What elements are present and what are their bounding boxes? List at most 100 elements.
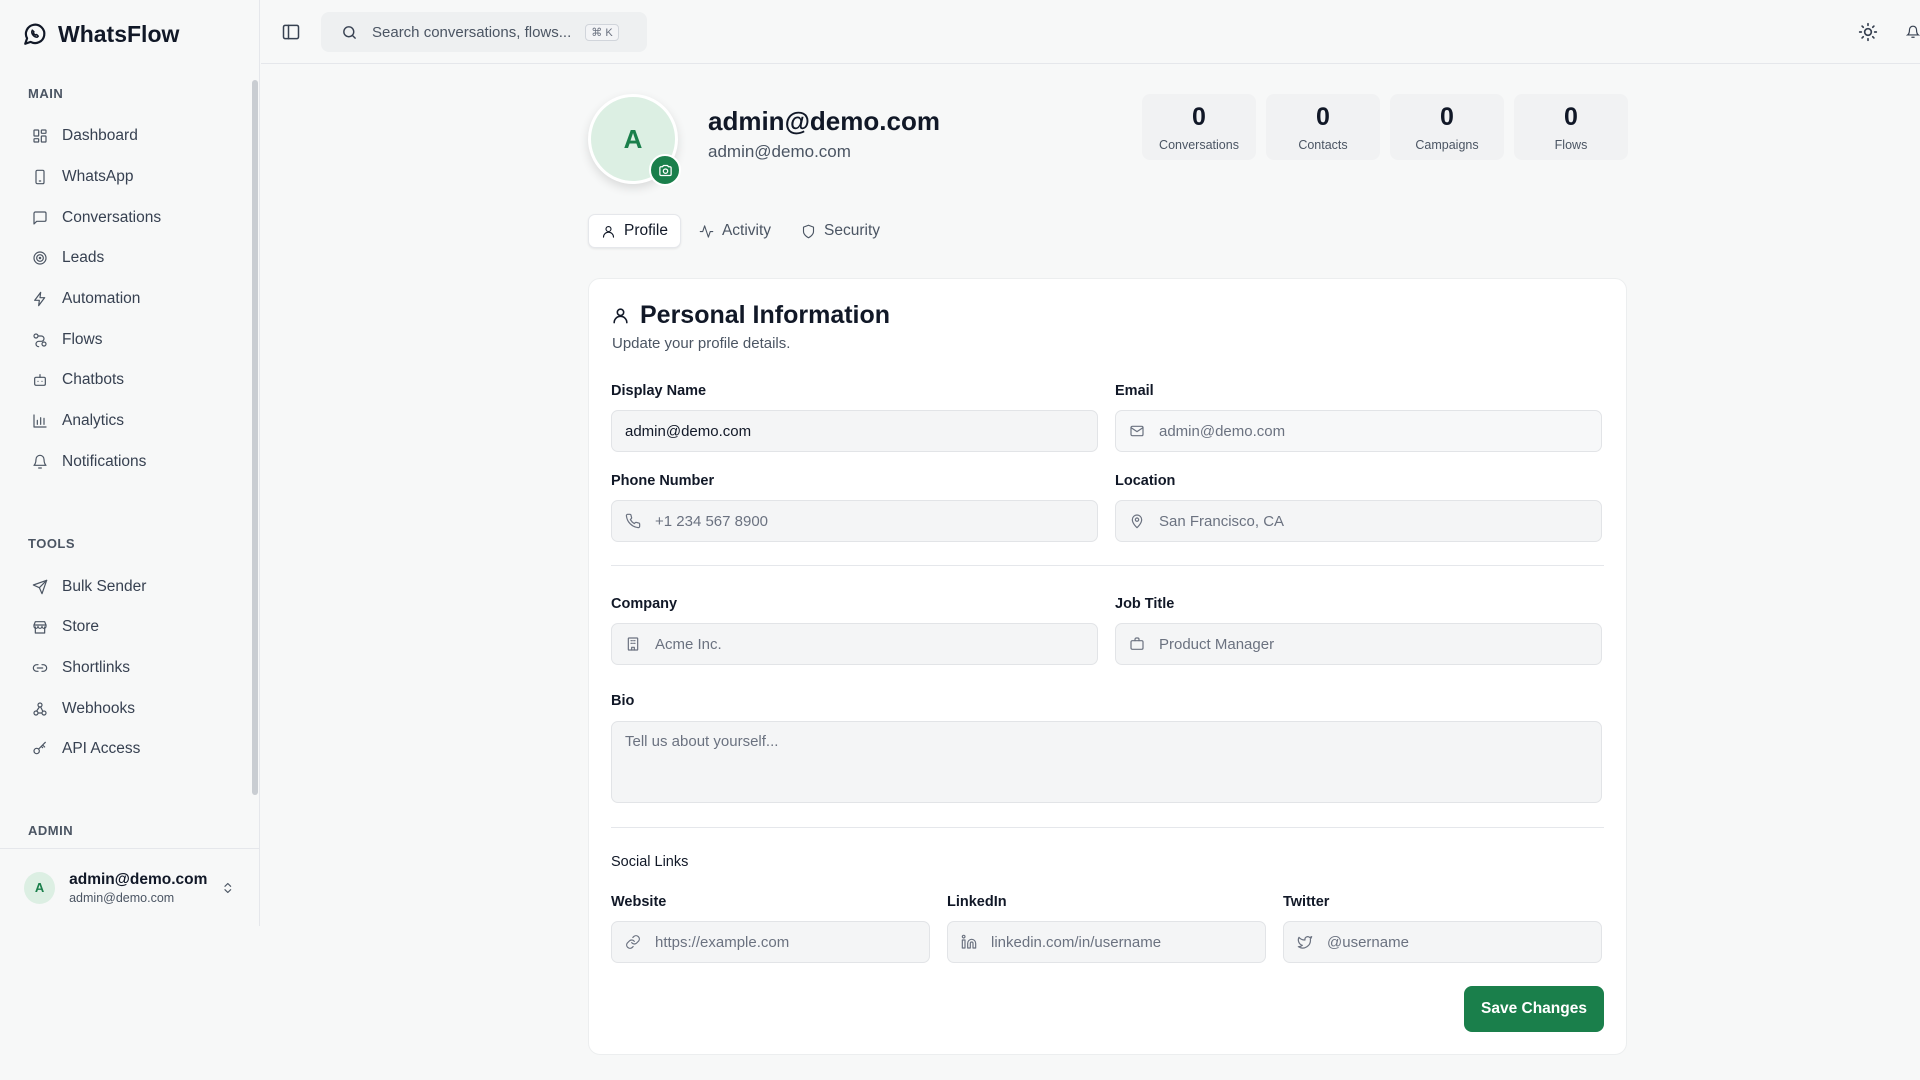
tab-label: Activity — [721, 222, 772, 239]
sidebar-item-leads[interactable]: Leads — [0, 238, 259, 279]
job-title-placeholder: Product Manager — [1159, 635, 1275, 653]
twitter-placeholder: @username — [1327, 933, 1409, 951]
sidebar-item-label: Notifications — [62, 452, 147, 470]
card-title: Personal Information — [611, 301, 890, 330]
phone-label: Phone Number — [611, 473, 715, 489]
target-icon — [33, 251, 47, 266]
sun-icon[interactable] — [1858, 22, 1878, 42]
twitter-field[interactable]: @username — [1283, 921, 1602, 963]
bell-icon[interactable] — [1906, 22, 1920, 42]
sidebar-item-shortlinks[interactable]: Shortlinks — [0, 648, 259, 689]
key-icon — [33, 742, 46, 755]
email-field[interactable]: admin@demo.com — [1115, 410, 1602, 452]
profile-tabs: Profile Activity Security — [588, 214, 892, 248]
sidebar-item-label: Bulk Sender — [62, 577, 147, 595]
sidebar-item-whatsapp[interactable]: WhatsApp — [0, 157, 259, 198]
email-value: admin@demo.com — [1159, 422, 1286, 440]
stat-value: 0 — [1440, 102, 1454, 131]
stat-label: Contacts — [1298, 137, 1348, 152]
company-field[interactable]: Acme Inc. — [611, 623, 1098, 665]
search-input[interactable]: Search conversations, flows... ⌘ K — [321, 12, 647, 52]
briefcase-icon — [1130, 637, 1144, 650]
sidebar-nav: MAIN Dashboard WhatsApp Conversations Le… — [0, 70, 259, 848]
activity-icon — [699, 224, 714, 238]
link-icon — [626, 935, 640, 949]
save-changes-button[interactable]: Save Changes — [1464, 986, 1604, 1032]
bot-icon — [34, 374, 46, 387]
sidebar-item-analytics[interactable]: Analytics — [0, 401, 259, 442]
section-label-main: MAIN — [28, 85, 64, 101]
change-photo-button[interactable] — [649, 154, 681, 186]
sidebar-scrollbar[interactable] — [252, 70, 258, 846]
bio-label: Bio — [611, 693, 635, 709]
job-title-field[interactable]: Product Manager — [1115, 623, 1602, 665]
building-icon — [627, 637, 639, 651]
bar-chart-icon — [33, 414, 47, 428]
website-field[interactable]: https://example.com — [611, 921, 930, 963]
bio-textarea[interactable]: Tell us about yourself... — [611, 721, 1602, 803]
section-label-admin: ADMIN — [28, 823, 74, 839]
stat-label: Conversations — [1159, 137, 1239, 152]
company-placeholder: Acme Inc. — [655, 635, 722, 653]
send-icon — [32, 579, 48, 594]
linkedin-icon — [961, 934, 977, 949]
display-name-field[interactable]: admin@demo.com — [611, 410, 1098, 452]
card-title-text: Personal Information — [640, 301, 891, 329]
twitter-label: Twitter — [1283, 894, 1330, 910]
message-icon — [33, 211, 47, 225]
sidebar-item-label: Leads — [62, 249, 105, 267]
phone-icon — [625, 513, 641, 529]
shield-icon — [802, 224, 815, 238]
sidebar-item-label: Analytics — [62, 412, 125, 430]
workflow-icon — [33, 333, 47, 348]
sidebar-item-flows[interactable]: Flows — [0, 319, 259, 360]
tab-security[interactable]: Security — [789, 214, 892, 248]
brand[interactable]: WhatsFlow — [0, 0, 259, 68]
twitter-icon — [1297, 936, 1313, 949]
zap-icon — [34, 291, 46, 307]
user-name: admin@demo.com — [69, 870, 208, 888]
sidebar: WhatsFlow MAIN Dashboard WhatsApp Conver… — [0, 0, 260, 926]
card-subtitle: Update your profile details. — [612, 335, 791, 352]
sidebar-item-chatbots[interactable]: Chatbots — [0, 360, 259, 401]
sidebar-item-notifications[interactable]: Notifications — [0, 442, 259, 483]
email-label: Email — [1115, 383, 1154, 399]
tab-profile[interactable]: Profile — [588, 214, 681, 248]
sidebar-item-bulk-sender[interactable]: Bulk Sender — [0, 566, 259, 607]
sidebar-item-store[interactable]: Store — [0, 607, 259, 648]
linkedin-field[interactable]: linkedin.com/in/username — [947, 921, 1266, 963]
phone-field[interactable]: +1 234 567 8900 — [611, 500, 1098, 542]
sidebar-item-label: Webhooks — [62, 699, 135, 717]
tab-label: Security — [824, 222, 881, 239]
sidebar-item-label: Automation — [62, 290, 141, 308]
camera-icon — [658, 164, 672, 176]
sidebar-item-automation[interactable]: Automation — [0, 279, 259, 320]
social-links-heading: Social Links — [611, 854, 689, 870]
phone-placeholder: +1 234 567 8900 — [655, 512, 769, 530]
sidebar-item-webhooks[interactable]: Webhooks — [0, 688, 259, 729]
user-menu[interactable]: A admin@demo.com admin@demo.com — [0, 848, 259, 926]
app-name: WhatsFlow — [58, 20, 180, 47]
user-email: admin@demo.com — [69, 890, 175, 905]
sidebar-item-dashboard[interactable]: Dashboard — [0, 116, 259, 157]
location-label: Location — [1115, 473, 1176, 489]
sidebar-item-label: Store — [62, 618, 100, 636]
stat-value: 0 — [1564, 102, 1578, 131]
stat-label: Campaigns — [1415, 137, 1479, 152]
sidebar-toggle-icon[interactable] — [281, 22, 301, 42]
search-icon — [343, 25, 356, 39]
tab-activity[interactable]: Activity — [687, 214, 783, 248]
stat-contacts: 0 Contacts — [1266, 94, 1380, 160]
keyboard-shortcut: ⌘ K — [585, 23, 619, 41]
location-field[interactable]: San Francisco, CA — [1115, 500, 1602, 542]
stat-conversations: 0 Conversations — [1142, 94, 1256, 160]
sidebar-item-conversations[interactable]: Conversations — [0, 197, 259, 238]
webhook-icon — [33, 701, 47, 716]
profile-header: A admin@demo.com admin@demo.com 0 Conver… — [588, 92, 1628, 192]
sidebar-item-api-access[interactable]: API Access — [0, 729, 259, 770]
profile-name: admin@demo.com — [708, 106, 940, 136]
dashboard-icon — [33, 129, 47, 143]
scrollbar-thumb[interactable] — [252, 80, 258, 795]
sidebar-item-label: Dashboard — [62, 127, 138, 145]
whatsapp-logo-icon — [24, 23, 46, 45]
